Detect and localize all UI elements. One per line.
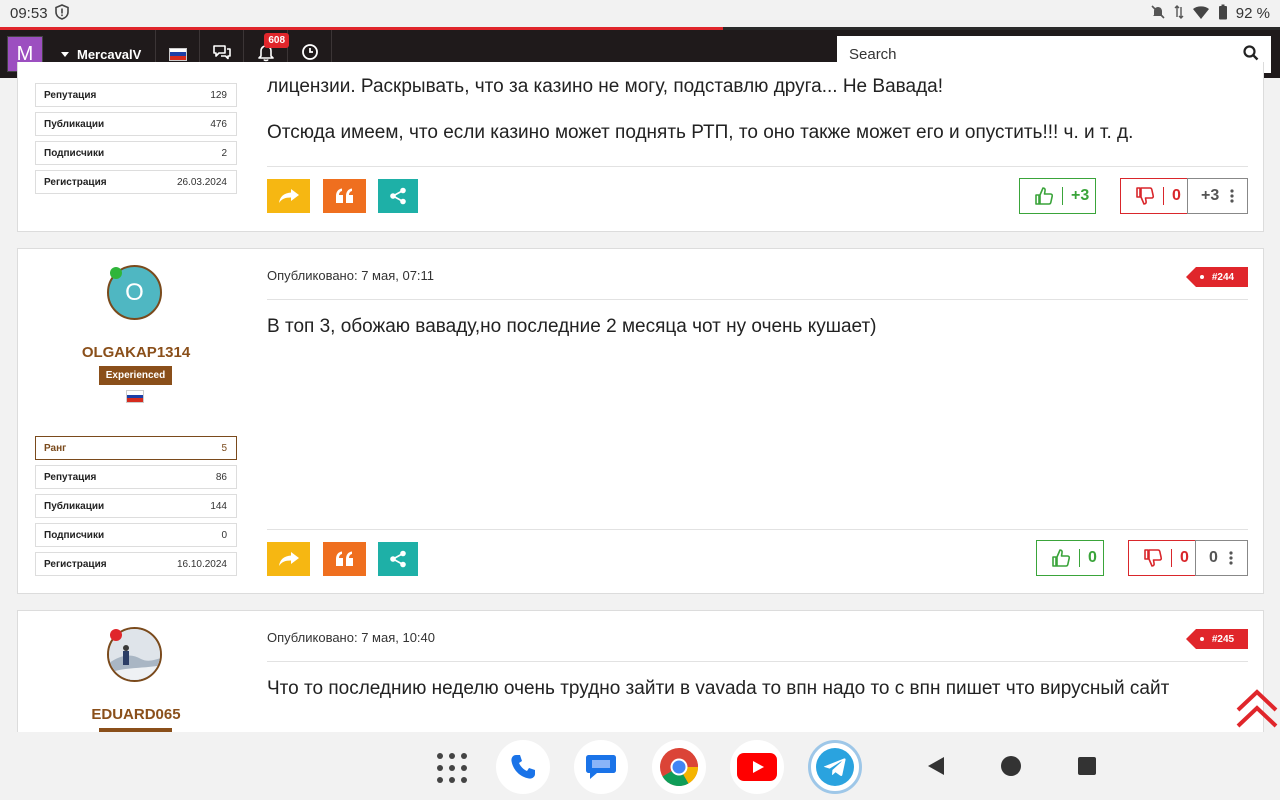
post-date: Опубликовано: 7 мая, 07:11 xyxy=(267,268,435,283)
divider xyxy=(267,529,1248,530)
author-role-badge: Experienced xyxy=(99,366,172,385)
stat-registration: Регистрация 26.03.2024 xyxy=(35,170,237,194)
author-panel: EDUARD065 xyxy=(18,611,254,732)
post-body: Опубликовано: 7 мая, 10:40 #245 Что то п… xyxy=(267,611,1248,732)
quote-icon xyxy=(335,188,353,203)
phone-app-icon[interactable] xyxy=(496,740,550,794)
author-username[interactable]: EDUARD065 xyxy=(18,706,254,723)
divider xyxy=(267,661,1248,662)
dislike-count: 0 xyxy=(1180,549,1189,566)
caret-down-icon xyxy=(61,51,69,57)
scroll-to-top-button[interactable] xyxy=(1234,688,1280,730)
mute-notifications-icon xyxy=(1150,4,1166,24)
author-panel: O OLGAKAP1314 Experienced Ранг 5 Репутаци… xyxy=(18,249,254,595)
shield-icon xyxy=(54,3,70,24)
share-icon xyxy=(390,187,406,205)
more-vertical-icon xyxy=(1230,189,1234,203)
youtube-app-icon[interactable] xyxy=(730,740,784,794)
forum-post: O OLGAKAP1314 Experienced Ранг 5 Репутаци… xyxy=(17,248,1264,594)
dislike-button[interactable]: 0 xyxy=(1120,178,1188,214)
thumbs-up-icon xyxy=(1052,549,1071,567)
quote-button[interactable] xyxy=(323,542,366,576)
reaction-total: +3 xyxy=(1201,187,1220,204)
more-vertical-icon xyxy=(1229,551,1233,565)
forward-button[interactable] xyxy=(267,179,310,213)
like-count: 0 xyxy=(1088,549,1097,566)
share-icon xyxy=(390,550,406,568)
share-button[interactable] xyxy=(378,179,418,213)
wifi-icon xyxy=(1192,4,1210,24)
post-number-link[interactable]: #244 xyxy=(1186,267,1248,287)
messages-app-icon[interactable] xyxy=(574,740,628,794)
post-number-link[interactable]: #245 xyxy=(1186,629,1248,649)
android-navigation-bar xyxy=(0,732,1280,800)
post-text: В топ 3, обожаю ваваду,но последние 2 ме… xyxy=(267,316,877,337)
double-chevron-up-icon xyxy=(1236,689,1278,728)
stat-publications: Публикации 144 xyxy=(35,494,237,518)
offline-status-icon xyxy=(110,629,122,641)
status-time: 09:53 xyxy=(10,5,48,22)
like-count: +3 xyxy=(1071,187,1090,204)
home-nav-icon[interactable] xyxy=(1001,756,1021,781)
app-drawer-icon[interactable] xyxy=(436,752,468,789)
dislike-count: 0 xyxy=(1172,187,1181,204)
stat-followers: Подписчики 2 xyxy=(35,141,237,165)
forum-post: Репутация 129 Публикации 476 Подписчики 2 Р… xyxy=(17,62,1264,232)
post-date: Опубликовано: 7 мая, 10:40 xyxy=(267,630,435,645)
divider xyxy=(267,166,1248,167)
divider xyxy=(267,299,1248,300)
data-arrows-icon xyxy=(1174,4,1184,24)
recents-nav-icon[interactable] xyxy=(1078,757,1096,780)
russian-flag-icon xyxy=(168,47,187,61)
username-label: MercavalV xyxy=(77,46,142,62)
back-nav-icon[interactable] xyxy=(926,756,946,781)
forward-button[interactable] xyxy=(267,542,310,576)
stat-registration: Регистрация 16.10.2024 xyxy=(35,552,237,576)
reactions-total-button[interactable]: 0 xyxy=(1195,540,1248,576)
reactions-total-button[interactable]: +3 xyxy=(1187,178,1248,214)
battery-icon xyxy=(1218,4,1228,24)
stat-publications: Публикации 476 xyxy=(35,112,237,136)
stat-followers: Подписчики 0 xyxy=(35,523,237,547)
post-body: Опубликовано: 7 мая, 07:11 #244 В топ 3,… xyxy=(267,249,1248,595)
stat-reputation: Репутация 86 xyxy=(35,465,237,489)
author-panel: Репутация 129 Публикации 476 Подписчики 2 Р… xyxy=(18,62,254,232)
quote-button[interactable] xyxy=(323,179,366,213)
thumbs-down-icon xyxy=(1136,187,1155,205)
stat-reputation: Репутация 129 xyxy=(35,83,237,107)
battery-percent: 92 % xyxy=(1235,5,1270,22)
like-button[interactable]: 0 xyxy=(1036,540,1104,576)
stat-rank: Ранг 5 xyxy=(35,436,237,460)
online-status-icon xyxy=(110,267,122,279)
thumbs-down-icon xyxy=(1144,549,1163,567)
author-username[interactable]: OLGAKAP1314 xyxy=(18,344,254,361)
forward-arrow-icon xyxy=(278,189,299,203)
quote-icon xyxy=(335,551,353,566)
dislike-button[interactable]: 0 xyxy=(1128,540,1196,576)
notifications-count-badge: 608 xyxy=(264,33,290,48)
like-button[interactable]: +3 xyxy=(1019,178,1096,214)
post-body: лицензии. Раскрывать, что за казино не м… xyxy=(267,62,1248,232)
post-text-line: Отсюда имеем, что если казино может подн… xyxy=(267,122,1134,143)
post-text-line: лицензии. Раскрывать, что за казино не м… xyxy=(267,76,944,97)
reaction-total: 0 xyxy=(1209,549,1218,566)
russian-flag-icon xyxy=(126,390,144,403)
forum-post: EDUARD065 Опубликовано: 7 мая, 10:40 #24… xyxy=(17,610,1264,732)
post-text: Что то последнию неделю очень трудно зай… xyxy=(267,678,1170,699)
telegram-app-icon[interactable] xyxy=(808,740,862,794)
search-input[interactable] xyxy=(849,46,1243,63)
forward-arrow-icon xyxy=(278,552,299,566)
android-status-bar: 09:53 92 % xyxy=(0,0,1280,27)
thumbs-up-icon xyxy=(1035,187,1054,205)
chrome-app-icon[interactable] xyxy=(652,740,706,794)
share-button[interactable] xyxy=(378,542,418,576)
